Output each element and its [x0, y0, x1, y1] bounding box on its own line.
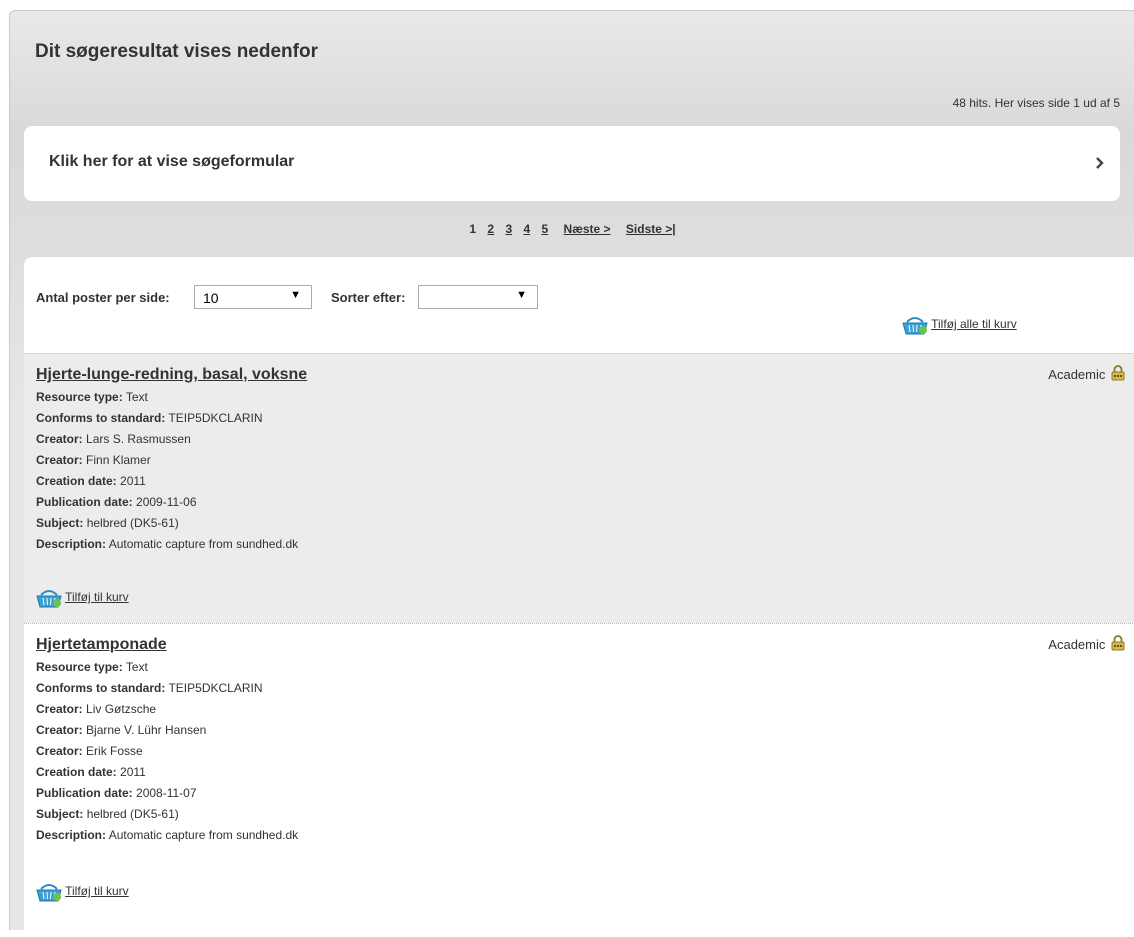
record-field: Creator: Erik Fosse	[36, 744, 143, 758]
hits-count: 48 hits. Her vises side 1 ud af 5	[952, 96, 1120, 110]
basket-icon	[36, 883, 62, 902]
sort-select[interactable]: ▼	[418, 285, 538, 309]
add-all-to-basket[interactable]: Tilføj alle til kurv	[902, 315, 1017, 335]
record-field: Publication date: 2009-11-06	[36, 495, 197, 509]
result-record: Hjerte-lunge-redning, basal, voksne Acad…	[24, 353, 1134, 623]
search-results-panel: Dit søgeresultat vises nedenfor 48 hits.…	[9, 10, 1134, 937]
show-search-form-toggle[interactable]: Klik her for at vise søgeformular	[24, 126, 1120, 201]
record-field: Subject: helbred (DK5-61)	[36, 807, 179, 821]
per-page-label: Antal poster per side:	[36, 290, 170, 305]
access-badge: Academic	[1048, 634, 1125, 655]
record-field: Creator: Finn Klamer	[36, 453, 151, 467]
record-field: Subject: helbred (DK5-61)	[36, 516, 179, 530]
page-link-5[interactable]: 5	[542, 222, 549, 236]
record-field: Creator: Bjarne V. Lühr Hansen	[36, 723, 207, 737]
record-field: Creation date: 2011	[36, 765, 146, 779]
record-field: Creator: Liv Gøtzsche	[36, 702, 157, 716]
sort-label: Sorter efter:	[331, 290, 406, 305]
record-field: Conforms to standard: TEIP5DKCLARIN	[36, 681, 263, 695]
record-field: Description: Automatic capture from sund…	[36, 828, 299, 842]
record-field: Resource type: Text	[36, 390, 148, 404]
next-page-link[interactable]: Næste >	[564, 222, 611, 236]
basket-icon	[902, 317, 928, 335]
add-to-basket[interactable]: Tilføj til kurv	[36, 881, 129, 902]
page-link-4[interactable]: 4	[523, 222, 530, 236]
add-to-basket-link[interactable]: Tilføj til kurv	[65, 884, 129, 898]
record-fields: Resource type: Text Conforms to standard…	[36, 657, 298, 846]
record-field: Description: Automatic capture from sund…	[36, 537, 299, 551]
lock-icon	[1111, 635, 1125, 651]
record-title[interactable]: Hjertetamponade	[36, 634, 167, 655]
record-fields: Resource type: Text Conforms to standard…	[36, 387, 298, 555]
lock-icon	[1111, 365, 1125, 381]
access-badge: Academic	[1048, 364, 1125, 385]
access-label: Academic	[1048, 367, 1106, 382]
per-page-value: 10	[203, 290, 219, 306]
add-all-to-basket-link[interactable]: Tilføj alle til kurv	[931, 317, 1017, 331]
pagination: 1 2 3 4 5 Næste > Sidste >|	[10, 222, 1134, 236]
page-link-1: 1	[469, 222, 477, 236]
page-title: Dit søgeresultat vises nedenfor	[35, 41, 318, 62]
per-page-select[interactable]: 10 ▼	[194, 285, 312, 309]
results-list: Antal poster per side: 10 ▼ Sorter efter…	[24, 257, 1134, 937]
record-field: Publication date: 2008-11-07	[36, 786, 197, 800]
chevron-right-icon	[1096, 157, 1104, 169]
page-link-3[interactable]: 3	[505, 222, 512, 236]
record-title[interactable]: Hjerte-lunge-redning, basal, voksne	[36, 364, 307, 385]
add-to-basket[interactable]: Tilføj til kurv	[36, 587, 129, 608]
record-field: Conforms to standard: TEIP5DKCLARIN	[36, 411, 263, 425]
record-field: Resource type: Text	[36, 660, 148, 674]
last-page-link[interactable]: Sidste >|	[626, 222, 676, 236]
record-field: Creation date: 2011	[36, 474, 146, 488]
add-to-basket-link[interactable]: Tilføj til kurv	[65, 590, 129, 604]
access-label: Academic	[1048, 637, 1106, 652]
basket-icon	[36, 589, 62, 608]
result-record: Hjertetamponade Academic Resource type: …	[24, 623, 1134, 919]
dropdown-arrow-icon: ▼	[516, 289, 527, 301]
page-link-2[interactable]: 2	[487, 222, 494, 236]
record-field: Creator: Lars S. Rasmussen	[36, 432, 191, 446]
dropdown-arrow-icon: ▼	[290, 289, 301, 301]
search-form-toggle-label: Klik her for at vise søgeformular	[49, 153, 295, 170]
